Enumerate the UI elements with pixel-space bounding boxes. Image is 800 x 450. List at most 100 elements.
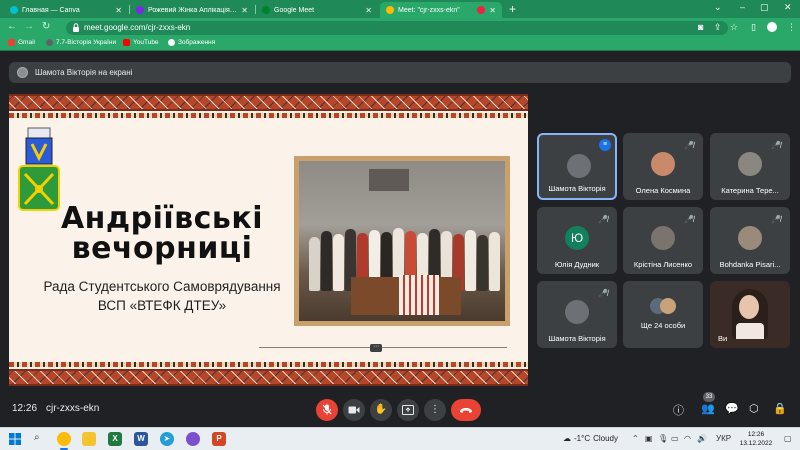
back-icon[interactable]: ← (7, 21, 17, 32)
battery-icon[interactable]: ▭ (671, 434, 679, 443)
meet-window: Шамота Вікторія на екрані Андріївські ве… (0, 51, 800, 427)
bookmark-star-icon[interactable]: ☆ (730, 22, 738, 33)
browser-tab-active[interactable]: Meet: "cjr-zxxs-ekn" ✕ (380, 2, 502, 18)
word-icon[interactable]: W (134, 432, 148, 446)
close-tab-icon[interactable]: ✕ (115, 6, 122, 15)
windows-taskbar: ⌕ X W ➤ P ☁ -1°C Cloudy ⌃ ▣ 🎙 ▭ ◠ 🔊 УКР … (0, 427, 800, 450)
participant-tile[interactable]: 🎤̸ Олена Космина (623, 133, 703, 200)
search-icon[interactable]: ⌕ (34, 432, 40, 443)
mic-tray-icon[interactable]: 🎙 (658, 434, 668, 443)
bookmarks-bar: Gmail 7.7-Вісторія України YouTube Зобра… (0, 37, 800, 51)
volume-icon[interactable]: 🔊 (697, 434, 707, 443)
chrome-icon[interactable] (57, 432, 71, 446)
side-panel-icon[interactable]: ▯ (751, 22, 756, 33)
presentation-banner: Шамота Вікторія на екрані (9, 62, 791, 83)
system-clock[interactable]: 12:26 13.12.2022 (736, 430, 776, 448)
camera-toggle-button[interactable] (343, 399, 365, 421)
activities-icon[interactable]: ⬡ (749, 402, 759, 415)
minimize-icon[interactable]: – (740, 2, 745, 12)
omnibox[interactable]: meet.google.com/cjr-zxxs-ekn (66, 21, 728, 35)
slide-divider (259, 347, 507, 348)
bookmark-gmail[interactable]: Gmail (8, 39, 35, 46)
close-window-icon[interactable]: ✕ (784, 2, 792, 13)
more-participants-label: Ще 24 особи (640, 321, 686, 330)
meeting-code: cjr-zxxs-ekn (46, 403, 100, 414)
participant-tile[interactable]: 🎤̸ Катерина Тере... (710, 133, 790, 200)
participant-tile[interactable]: 🎤̸ Bohdanka Pisari... (710, 207, 790, 274)
participant-tile[interactable]: 🎤̸ Крістіна Лисенко (623, 207, 703, 274)
bookmark-youtube[interactable]: YouTube (123, 39, 159, 46)
windows-start-icon[interactable] (9, 433, 21, 445)
profile-avatar[interactable] (767, 22, 777, 32)
language-indicator[interactable]: УКР (716, 434, 731, 443)
bookmark-history[interactable]: 7.7-Вісторія України (46, 39, 116, 46)
maximize-icon[interactable]: ▢ (760, 2, 769, 13)
tab-search-icon[interactable]: ⌄ (714, 2, 722, 13)
participant-avatar (660, 298, 676, 314)
camera-tray-icon[interactable]: ▣ (645, 434, 653, 443)
participant-tile[interactable]: Ю 🎤̸ Юлія Дудник (537, 207, 617, 274)
telegram-icon[interactable]: ➤ (160, 432, 174, 446)
ornament-strip (9, 113, 528, 118)
bookmark-label: Gmail (18, 39, 35, 46)
address-bar-row: ← → ↻ meet.google.com/cjr-zxxs-ekn ◙ ⇪ ☆… (0, 18, 800, 37)
more-vert-icon: ⋮ (430, 404, 440, 415)
more-participants-tile[interactable]: Ще 24 особи (623, 281, 703, 348)
close-tab-icon[interactable]: ✕ (489, 6, 496, 15)
new-tab-button[interactable]: + (509, 2, 516, 16)
group-photo (294, 156, 510, 326)
hang-up-icon (460, 408, 472, 413)
self-video-face (739, 295, 759, 319)
lock-icon[interactable] (72, 23, 80, 32)
canva-icon (10, 6, 18, 14)
menu-dots-icon[interactable]: ⋮ (787, 22, 796, 33)
notification-icon[interactable]: ▢ (784, 434, 792, 443)
mic-off-icon (322, 404, 332, 415)
camera-in-use-icon[interactable]: ◙ (698, 22, 703, 32)
present-now-button[interactable] (397, 399, 419, 421)
wifi-icon[interactable]: ◠ (684, 434, 691, 443)
slide-options-icon[interactable]: ⋯ (370, 344, 382, 352)
close-tab-icon[interactable]: ✕ (365, 6, 372, 15)
browser-tab[interactable]: Google Meet ✕ (256, 2, 378, 18)
meeting-details-icon[interactable]: ⓘ (673, 402, 684, 418)
participant-name: Шамота Вікторія (548, 184, 606, 193)
participant-avatar (651, 152, 675, 176)
coat-of-arms-icon (18, 127, 60, 211)
participant-avatar (567, 154, 591, 178)
close-tab-icon[interactable]: ✕ (241, 6, 248, 15)
leave-call-button[interactable] (451, 399, 481, 421)
forward-icon[interactable]: → (24, 21, 34, 32)
participant-tile[interactable]: ≡ Шамота Вікторія (537, 133, 617, 200)
browser-tab[interactable]: Рожевий Жінка Аплікація Колл ✕ (130, 2, 254, 18)
viber-icon[interactable] (186, 432, 200, 446)
show-hidden-icons[interactable]: ⌃ (632, 434, 639, 443)
mic-toggle-button[interactable] (316, 399, 338, 421)
bookmark-label: Зображення (178, 39, 216, 46)
google-icon (168, 39, 175, 46)
host-controls-icon[interactable]: 🔒 (773, 402, 787, 415)
share-icon[interactable]: ⇪ (714, 22, 722, 33)
reload-icon[interactable]: ↻ (42, 21, 50, 32)
chat-icon[interactable]: 💬 (725, 402, 739, 415)
browser-tab[interactable]: Главная — Canva ✕ (4, 2, 128, 18)
self-video-tile[interactable]: Ви (710, 281, 790, 348)
file-explorer-icon[interactable] (82, 432, 96, 446)
tab-label: Главная — Canva (22, 6, 80, 14)
bookmark-images[interactable]: Зображення (168, 39, 215, 46)
participant-tile[interactable]: 🎤̸ Шамота Вікторія (537, 281, 617, 348)
participant-name: Bohdanka Pisari... (719, 260, 781, 269)
photo-person (489, 232, 500, 291)
raise-hand-button[interactable]: ✋ (370, 399, 392, 421)
weather-widget[interactable]: ☁ -1°C Cloudy (563, 434, 618, 443)
shared-screen[interactable]: Андріївські вечорниці Рада Студентського… (9, 94, 528, 386)
powerpoint-icon[interactable]: P (212, 432, 226, 446)
excel-icon[interactable]: X (108, 432, 122, 446)
more-options-button[interactable]: ⋮ (424, 399, 446, 421)
participant-name: Крістіна Лисенко (633, 260, 693, 269)
url-text[interactable]: meet.google.com/cjr-zxxs-ekn (84, 23, 190, 32)
slide-subtitle-line: ВСП «ВТЕФК ДТЕУ» (97, 298, 227, 313)
people-icon[interactable]: 👥 (701, 402, 715, 415)
clock-date: 13.12.2022 (739, 440, 773, 447)
participant-name: Шамота Вікторія (548, 334, 606, 343)
